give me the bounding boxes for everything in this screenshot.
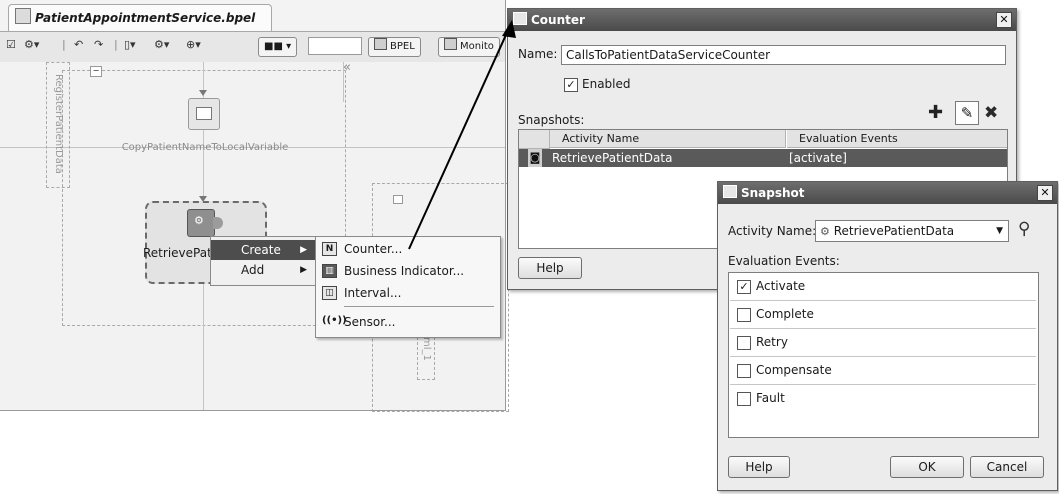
callout-arrow [408,20,516,250]
